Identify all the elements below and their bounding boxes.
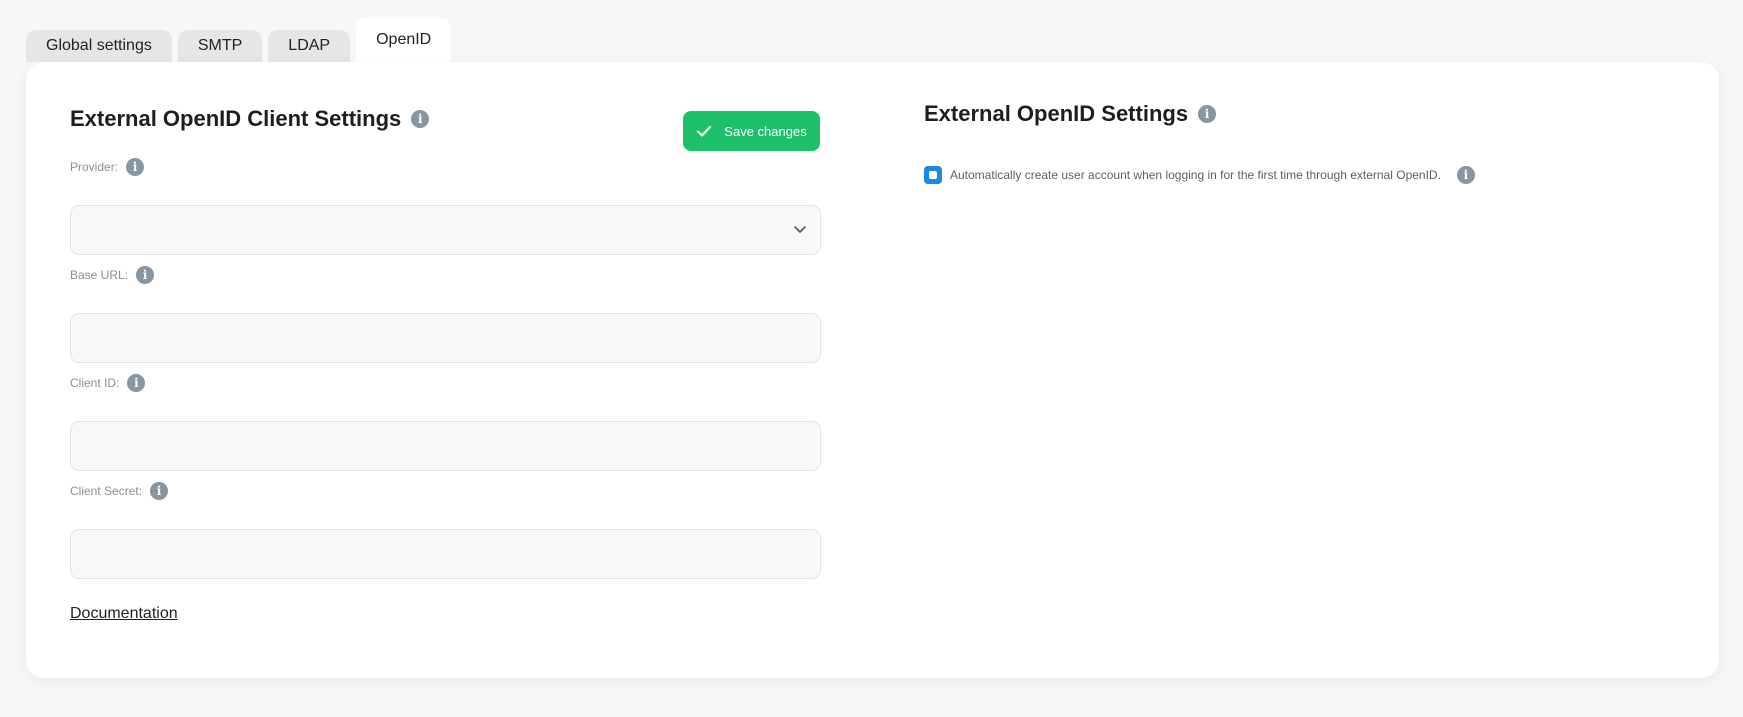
provider-label-text: Provider: <box>70 160 119 174</box>
client-id-input[interactable] <box>70 421 821 471</box>
tab-smtp[interactable]: SMTP <box>177 30 263 62</box>
auto-create-option: Automatically create user account when l… <box>924 166 1475 184</box>
openid-settings-title-text: External OpenID Settings <box>924 101 1189 126</box>
provider-label: Provider: i <box>70 158 145 176</box>
client-secret-input[interactable] <box>70 529 821 579</box>
save-changes-button[interactable]: Save changes <box>683 111 820 151</box>
base-url-label: Base URL: i <box>70 266 155 284</box>
checkbox-mark <box>929 171 937 179</box>
check-icon <box>697 125 712 137</box>
settings-tabs: Global settings SMTP LDAP OpenID <box>26 18 452 62</box>
tab-ldap[interactable]: LDAP <box>268 30 351 62</box>
provider-select[interactable] <box>70 205 821 255</box>
info-icon[interactable]: i <box>127 374 146 392</box>
auto-create-label: Automatically create user account when l… <box>950 168 1441 182</box>
client-id-label-text: Client ID: <box>70 376 120 390</box>
auto-create-checkbox[interactable] <box>924 166 942 184</box>
settings-card: External OpenID Client Settings i Save c… <box>26 62 1719 678</box>
info-icon[interactable]: i <box>150 482 169 500</box>
openid-settings-title: External OpenID Settings i <box>924 101 1217 127</box>
tab-openid[interactable]: OpenID <box>356 18 452 62</box>
documentation-link[interactable]: Documentation <box>70 605 178 623</box>
base-url-input[interactable] <box>70 313 821 363</box>
client-settings-title: External OpenID Client Settings i <box>70 106 430 132</box>
client-settings-title-text: External OpenID Client Settings <box>70 106 402 131</box>
info-icon[interactable]: i <box>1198 105 1217 123</box>
tab-global-settings[interactable]: Global settings <box>26 30 172 62</box>
client-secret-label-text: Client Secret: <box>70 484 143 498</box>
save-changes-label: Save changes <box>724 123 807 139</box>
client-id-label: Client ID: i <box>70 374 146 392</box>
client-secret-label: Client Secret: i <box>70 482 169 500</box>
info-icon[interactable]: i <box>1456 166 1475 184</box>
info-icon[interactable]: i <box>411 110 430 128</box>
info-icon[interactable]: i <box>126 158 145 176</box>
chevron-down-icon <box>794 226 806 233</box>
base-url-label-text: Base URL: <box>70 268 129 282</box>
info-icon[interactable]: i <box>136 266 155 284</box>
